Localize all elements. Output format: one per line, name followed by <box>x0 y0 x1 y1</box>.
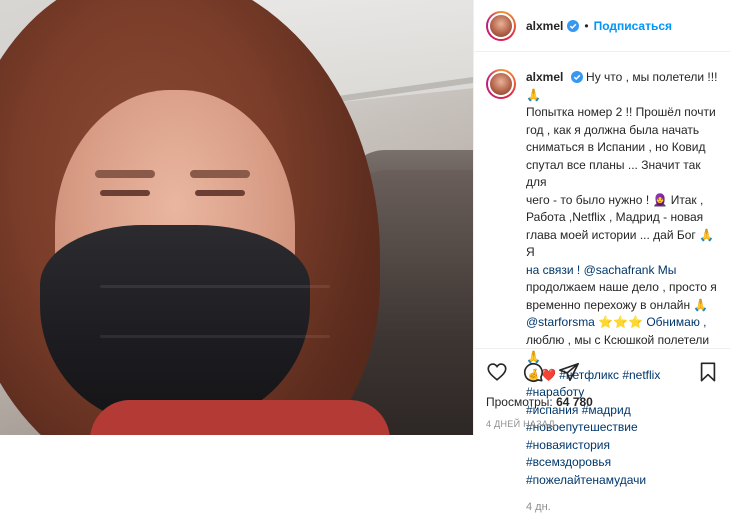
views-number: 64 780 <box>556 395 593 409</box>
caption-line: сниматься в Испании , но Ковид <box>526 140 706 154</box>
caption-mention-line[interactable]: на связи ! @sachafrank Мы <box>526 262 719 280</box>
caption-line: Работа ,Netflix , Мадрид - новая <box>526 210 704 224</box>
post-header: alxmel • Подписаться <box>474 0 730 52</box>
post-sidebar: alxmel • Подписаться alxmel Ну что , мы … <box>473 0 730 513</box>
caption-text: alxmel Ну что , мы полетели !!! 🙏 Попытк… <box>526 69 719 513</box>
caption-line: Попытка номер 2 !! Прошёл почти <box>526 105 716 119</box>
views-label: Просмотры: <box>486 395 553 409</box>
follow-button[interactable]: Подписаться <box>594 19 672 33</box>
right-eye <box>195 190 245 196</box>
caption-line: год , как я должна была начать <box>526 122 700 137</box>
red-shirt <box>90 400 390 435</box>
send-icon[interactable] <box>558 361 580 383</box>
caption-line: продолжаем наше дело , просто я <box>526 280 717 294</box>
left-brow <box>95 170 155 178</box>
comment-icon[interactable] <box>522 361 544 383</box>
verified-badge-icon <box>570 71 583 83</box>
caption-area: alxmel Ну что , мы полетели !!! 🙏 Попытк… <box>474 53 730 513</box>
bookmark-icon[interactable] <box>697 361 719 383</box>
right-brow <box>190 170 250 178</box>
heart-icon[interactable] <box>486 361 508 383</box>
avatar[interactable] <box>486 10 516 41</box>
caption-avatar[interactable] <box>486 69 516 99</box>
caption-line: чего - то было нужно ! 🧕 Итак , <box>526 192 704 207</box>
caption-line: спутал все планы ... Значит так для <box>526 157 701 190</box>
hashtag-line[interactable]: #пожелайтенамудачи <box>526 472 719 490</box>
left-eye <box>100 190 150 196</box>
post-video[interactable] <box>0 0 473 435</box>
mask-fold <box>100 285 330 288</box>
post-date[interactable]: 4 ДНЕЙ НАЗАД <box>486 419 719 429</box>
caption-line: глава моей истории ... дай Бог 🙏 Я <box>526 227 715 260</box>
hashtag-line[interactable]: #всемздоровья <box>526 454 719 472</box>
icon-row <box>486 357 719 387</box>
verified-badge-icon <box>567 19 580 32</box>
caption-line: временно перехожу в онлайн 🙏 <box>526 297 709 312</box>
views-count[interactable]: Просмотры: 64 780 <box>486 395 719 409</box>
mask-fold <box>100 335 330 338</box>
separator-dot: • <box>584 18 589 33</box>
action-bar: Просмотры: 64 780 4 ДНЕЙ НАЗАД <box>474 348 730 429</box>
caption-time: 4 дн. <box>526 501 551 513</box>
caption-username[interactable]: alxmel <box>526 70 563 84</box>
header-username[interactable]: alxmel <box>526 19 563 33</box>
caption-mention-line[interactable]: @starforsma ⭐⭐⭐ Обнимаю , <box>526 314 719 332</box>
instagram-post: alxmel • Подписаться alxmel Ну что , мы … <box>0 0 730 513</box>
